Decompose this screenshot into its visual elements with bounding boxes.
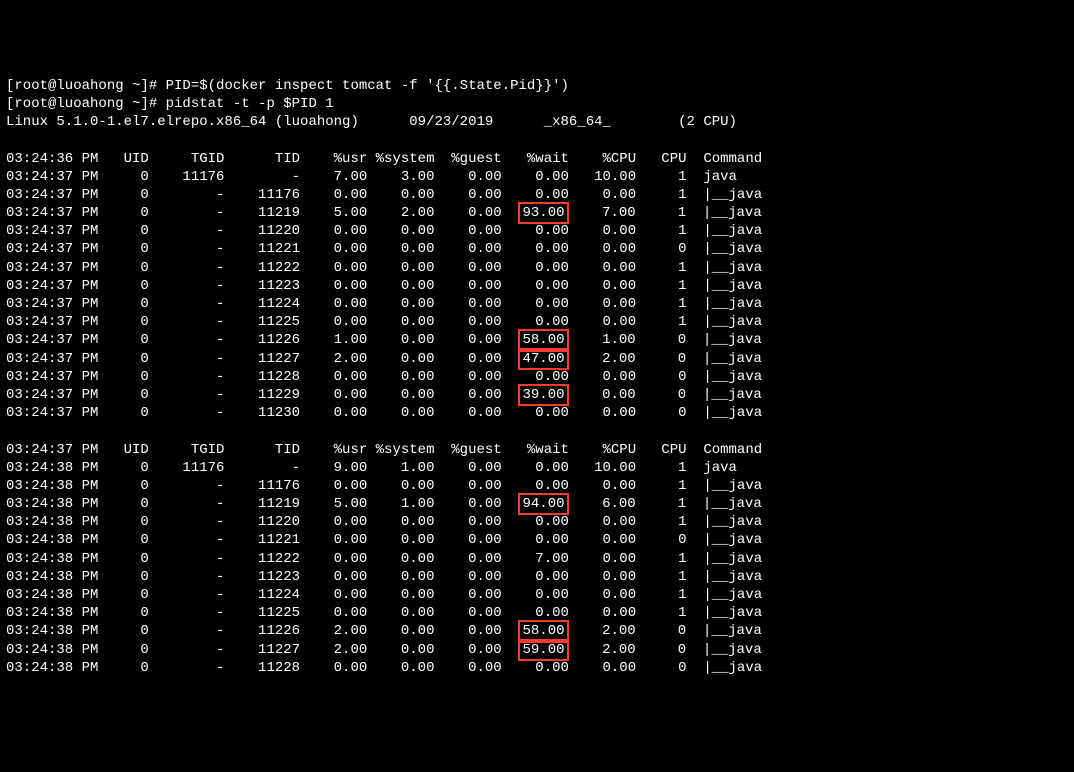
pidstat-row: 03:24:37 PM 0 - 11220 0.00 0.00 0.00 0.0… <box>6 222 1068 240</box>
pidstat-row: 03:24:38 PM 0 - 11222 0.00 0.00 0.00 7.0… <box>6 550 1068 568</box>
wait-highlight: 94.00 <box>518 493 568 515</box>
shell-prompt-line: [root@luoahong ~]# PID=$(docker inspect … <box>6 77 1068 95</box>
pidstat-header: 03:24:37 PM UID TGID TID %usr %system %g… <box>6 441 1068 459</box>
pidstat-row: 03:24:37 PM 0 - 11221 0.00 0.00 0.00 0.0… <box>6 240 1068 258</box>
pidstat-row: 03:24:38 PM 0 - 11227 2.00 0.00 0.00 59.… <box>6 641 1068 659</box>
wait-highlight: 93.00 <box>518 202 568 224</box>
pidstat-row: 03:24:38 PM 0 - 11221 0.00 0.00 0.00 0.0… <box>6 531 1068 549</box>
blank-line <box>6 422 1068 440</box>
shell-prompt-line: [root@luoahong ~]# pidstat -t -p $PID 1 <box>6 95 1068 113</box>
wait-highlight: 47.00 <box>518 348 568 370</box>
pidstat-row: 03:24:37 PM 0 - 11223 0.00 0.00 0.00 0.0… <box>6 277 1068 295</box>
pidstat-row: 03:24:38 PM 0 - 11224 0.00 0.00 0.00 0.0… <box>6 586 1068 604</box>
pidstat-row: 03:24:37 PM 0 - 11230 0.00 0.00 0.00 0.0… <box>6 404 1068 422</box>
pidstat-row: 03:24:37 PM 0 - 11219 5.00 2.00 0.00 93.… <box>6 204 1068 222</box>
pidstat-row: 03:24:37 PM 0 - 11224 0.00 0.00 0.00 0.0… <box>6 295 1068 313</box>
wait-highlight: 39.00 <box>518 384 568 406</box>
pidstat-row: 03:24:38 PM 0 - 11219 5.00 1.00 0.00 94.… <box>6 495 1068 513</box>
pidstat-row: 03:24:38 PM 0 - 11228 0.00 0.00 0.00 0.0… <box>6 659 1068 677</box>
wait-highlight: 59.00 <box>518 639 568 661</box>
pidstat-header: 03:24:36 PM UID TGID TID %usr %system %g… <box>6 150 1068 168</box>
pidstat-row: 03:24:37 PM 0 - 11229 0.00 0.00 0.00 39.… <box>6 386 1068 404</box>
system-info-line: Linux 5.1.0-1.el7.elrepo.x86_64 (luoahon… <box>6 113 1068 131</box>
blank-line <box>6 131 1068 149</box>
pidstat-row: 03:24:37 PM 0 - 11227 2.00 0.00 0.00 47.… <box>6 350 1068 368</box>
pidstat-row: 03:24:38 PM 0 - 11223 0.00 0.00 0.00 0.0… <box>6 568 1068 586</box>
pidstat-row: 03:24:37 PM 0 11176 - 7.00 3.00 0.00 0.0… <box>6 168 1068 186</box>
pidstat-row: 03:24:38 PM 0 - 11220 0.00 0.00 0.00 0.0… <box>6 513 1068 531</box>
pidstat-row: 03:24:38 PM 0 11176 - 9.00 1.00 0.00 0.0… <box>6 459 1068 477</box>
pidstat-row: 03:24:37 PM 0 - 11222 0.00 0.00 0.00 0.0… <box>6 259 1068 277</box>
